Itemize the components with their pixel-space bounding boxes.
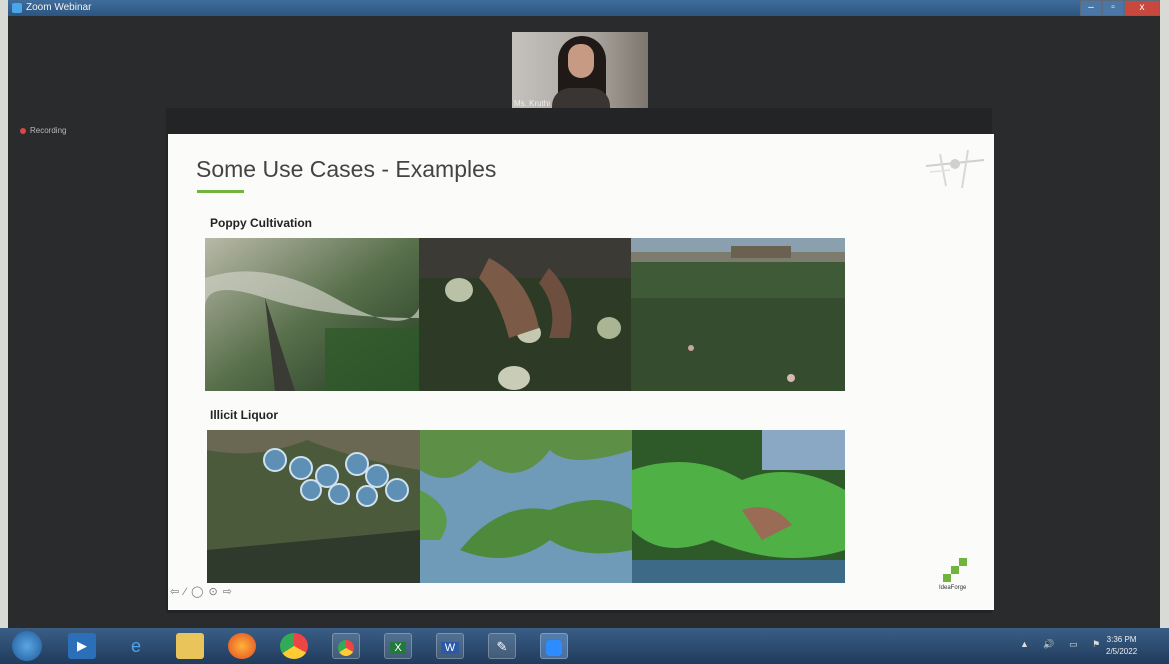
system-clock[interactable]: 3:36 PM 2/5/2022	[1106, 634, 1137, 658]
title-underline	[197, 190, 244, 193]
minimize-button[interactable]: –	[1080, 0, 1102, 16]
clock-date: 2/5/2022	[1106, 647, 1138, 656]
liquor-drums-photo	[207, 430, 420, 583]
participant-name: Ms. Kruthi	[514, 99, 551, 108]
zoom-taskbar-icon[interactable]	[540, 633, 568, 659]
window-title: Zoom Webinar	[26, 2, 92, 13]
liquor-pond-photo	[632, 430, 845, 583]
section-label-liquor: Illicit Liquor	[210, 408, 278, 422]
drone-icon	[925, 149, 985, 189]
window-titlebar[interactable]: Zoom Webinar – ▫ x	[8, 0, 1160, 16]
firefox-icon[interactable]	[228, 633, 256, 659]
participant-video[interactable]: Ms. Kruthi	[512, 32, 648, 110]
recording-label: Recording	[30, 126, 67, 135]
start-button[interactable]	[12, 631, 42, 661]
poppy-aerial-photo	[205, 238, 419, 391]
clock-time: 3:36 PM	[1106, 635, 1137, 644]
system-tray-icons[interactable]: ▲ 🔊 ▭ ⚑	[1020, 639, 1106, 650]
internet-explorer-icon[interactable]: e	[122, 633, 150, 659]
recording-dot-icon	[20, 127, 26, 134]
windows-taskbar: ▶ e X W ✎ ▲ 🔊 ▭ ⚑ 3:36 PM 2/5/2022	[0, 628, 1169, 664]
liquor-swamp-photo	[420, 430, 632, 583]
svg-text:IdeaForge: IdeaForge	[939, 585, 967, 591]
maximize-button[interactable]: ▫	[1102, 0, 1124, 16]
poppy-harvest-photo	[419, 238, 631, 391]
zoom-app-icon	[12, 3, 22, 13]
close-button[interactable]: x	[1124, 0, 1160, 16]
excel-icon[interactable]: X	[384, 633, 412, 659]
file-explorer-icon[interactable]	[176, 633, 204, 659]
windows-media-player-icon[interactable]: ▶	[68, 633, 96, 659]
ideaforge-logo: IdeaForge	[939, 558, 967, 591]
slide-navigation-controls[interactable]: ⇦ ⁄ ◯ ⊙ ⇨	[170, 585, 233, 598]
slide-title: Some Use Cases - Examples	[196, 156, 497, 182]
recording-indicator[interactable]: Recording	[20, 126, 66, 135]
paint-icon[interactable]: ✎	[488, 633, 516, 659]
poppy-field-photo	[631, 238, 845, 391]
section-label-poppy: Poppy Cultivation	[210, 216, 312, 230]
word-icon[interactable]: W	[436, 633, 464, 659]
chrome-icon[interactable]	[280, 633, 308, 659]
chrome-profile-icon[interactable]	[332, 633, 360, 659]
